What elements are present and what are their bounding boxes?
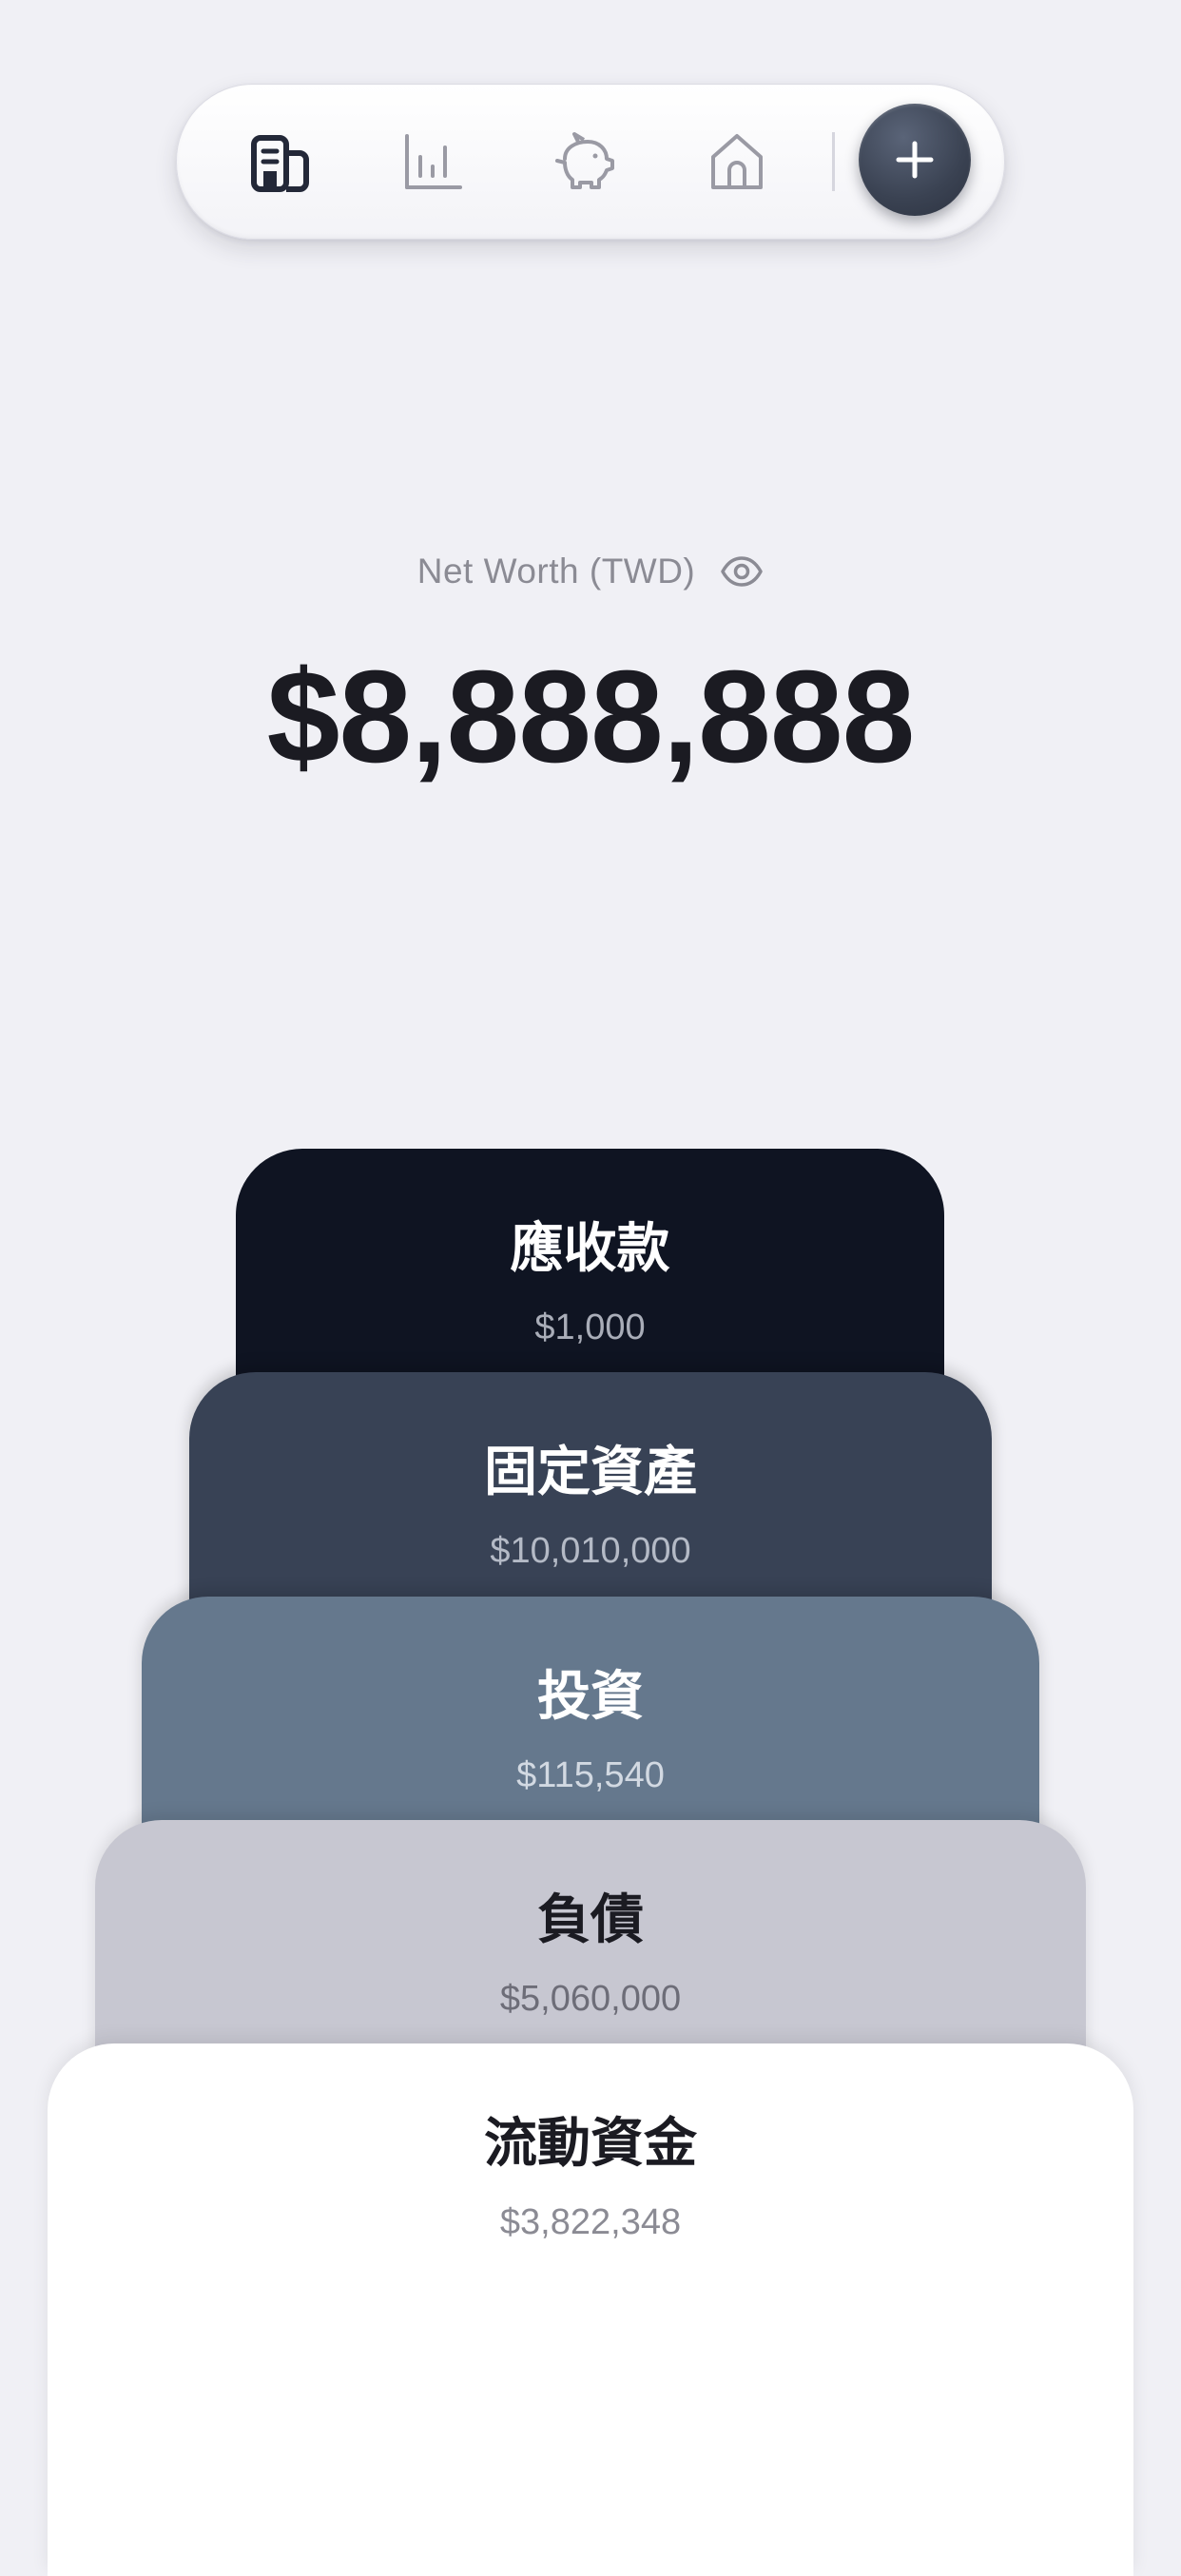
nav-divider — [832, 132, 835, 191]
networth-label: Net Worth (TWD) — [416, 552, 696, 591]
card-amount: $3,822,348 — [499, 2202, 682, 2242]
card-amount: $1,000 — [534, 1307, 646, 1347]
card-amount: $115,540 — [516, 1755, 665, 1795]
networth-header: Net Worth (TWD) — [0, 550, 1181, 593]
card-amount: $5,060,000 — [499, 1979, 682, 2019]
card-title: 負債 — [537, 1889, 644, 1951]
card-title: 應收款 — [510, 1218, 670, 1280]
card-title: 固定資產 — [484, 1442, 697, 1503]
nav-item-savings[interactable] — [553, 130, 616, 193]
card-title: 投資 — [537, 1666, 644, 1728]
networth-value: $8,888,888 — [266, 644, 916, 790]
building-icon — [251, 135, 309, 192]
top-nav-bar — [176, 84, 1005, 240]
add-button[interactable] — [859, 104, 971, 216]
nav-item-home[interactable] — [706, 130, 768, 193]
nav-item-assets[interactable] — [249, 130, 312, 193]
plus-icon — [896, 141, 934, 179]
card-title: 流動資金 — [484, 2113, 697, 2175]
bar-chart-icon — [405, 134, 462, 189]
home-icon — [711, 134, 763, 189]
nav-item-charts[interactable] — [401, 130, 464, 193]
card-amount: $10,010,000 — [490, 1531, 691, 1571]
piggy-bank-icon — [555, 132, 614, 189]
eye-icon[interactable] — [720, 550, 764, 593]
card-liquid-funds[interactable]: 流動資金 $3,822,348 — [48, 2043, 1133, 2576]
